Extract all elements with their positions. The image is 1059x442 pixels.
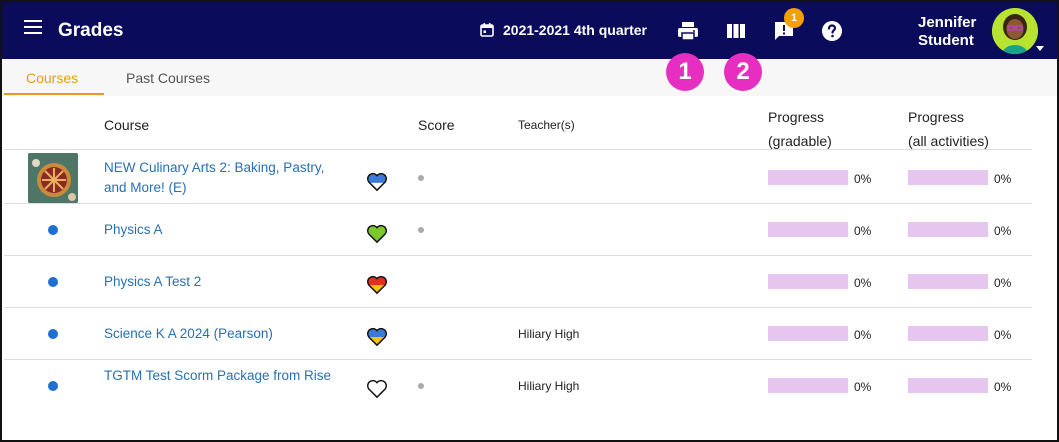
notification-badge: 1: [784, 8, 804, 28]
heart-icon[interactable]: [366, 224, 388, 244]
grades-window: Grades 2021-2021 4th quarter 1 Jennifer …: [0, 0, 1059, 442]
score-placeholder-dot: [418, 383, 424, 389]
course-link[interactable]: Physics A: [104, 220, 334, 240]
user-first-name: Jennifer: [918, 14, 977, 31]
calendar-icon: [480, 23, 494, 37]
course-status-dot: [48, 277, 58, 287]
row-divider: [4, 203, 1032, 204]
page-title: Grades: [58, 20, 124, 41]
heart-icon[interactable]: [366, 327, 388, 347]
course-link[interactable]: TGTM Test Scorm Package from Rise: [104, 366, 334, 386]
avatar[interactable]: [992, 8, 1038, 54]
header-divider: [4, 149, 1032, 150]
course-status-dot: [48, 225, 58, 235]
course-link[interactable]: NEW Culinary Arts 2: Baking, Pastry, and…: [104, 158, 334, 198]
column-header-teachers[interactable]: Teacher(s): [518, 118, 575, 132]
progress-all-value: 0%: [994, 328, 1012, 342]
progress-bar-gradable: [768, 222, 848, 237]
callout-marker-2: 2: [724, 53, 762, 91]
course-status-dot: [48, 381, 58, 391]
term-selector[interactable]: 2021-2021 4th quarter: [480, 22, 647, 38]
printer-icon[interactable]: [676, 19, 700, 43]
teacher-name: Hiliary High: [518, 379, 580, 393]
row-divider: [4, 255, 1032, 256]
progress-bar-gradable: [768, 326, 848, 341]
progress-gradable-value: 0%: [854, 172, 872, 186]
callout-marker-1: 1: [666, 53, 704, 91]
heart-icon[interactable]: [366, 172, 388, 192]
progress-all-value: 0%: [994, 172, 1012, 186]
help-circle-icon[interactable]: [820, 19, 844, 43]
progress-gradable-line1: Progress: [768, 109, 825, 125]
term-label: 2021-2021 4th quarter: [503, 22, 647, 38]
column-header-progress-gradable[interactable]: Progress (gradable): [768, 105, 832, 153]
course-link[interactable]: Science K A 2024 (Pearson): [104, 324, 334, 344]
active-tab-indicator: [4, 93, 104, 95]
score-placeholder-dot: [418, 227, 424, 233]
heart-icon[interactable]: [366, 379, 388, 399]
progress-gradable-value: 0%: [854, 224, 872, 238]
column-header-course[interactable]: Course: [104, 117, 149, 133]
progress-bar-all: [908, 222, 988, 237]
column-header-score[interactable]: Score: [418, 117, 455, 133]
user-name[interactable]: Jennifer Student: [918, 14, 976, 50]
columns-icon[interactable]: [724, 19, 748, 43]
hamburger-icon[interactable]: [24, 20, 42, 36]
progress-bar-all: [908, 274, 988, 289]
progress-bar-all: [908, 326, 988, 341]
top-app-bar: Grades 2021-2021 4th quarter 1 Jennifer …: [2, 2, 1057, 59]
heart-icon[interactable]: [366, 275, 388, 295]
score-placeholder-dot: [418, 175, 424, 181]
progress-gradable-value: 0%: [854, 276, 872, 290]
progress-all-value: 0%: [994, 276, 1012, 290]
progress-bar-all: [908, 378, 988, 393]
course-link[interactable]: Physics A Test 2: [104, 272, 334, 292]
row-divider: [4, 359, 1032, 360]
progress-gradable-value: 0%: [854, 328, 872, 342]
course-status-dot: [48, 329, 58, 339]
progress-bar-gradable: [768, 378, 848, 393]
tab-past-courses[interactable]: Past Courses: [126, 70, 210, 86]
progress-all-value: 0%: [994, 224, 1012, 238]
tab-courses[interactable]: Courses: [26, 70, 78, 86]
teacher-name: Hiliary High: [518, 327, 580, 341]
progress-all-value: 0%: [994, 380, 1012, 394]
progress-gradable-value: 0%: [854, 380, 872, 394]
avatar-illustration: [992, 8, 1038, 54]
course-thumbnail[interactable]: [28, 153, 78, 203]
progress-bar-gradable: [768, 170, 848, 185]
row-divider: [4, 307, 1032, 308]
progress-bar-all: [908, 170, 988, 185]
progress-bar-gradable: [768, 274, 848, 289]
tab-bar: Courses Past Courses: [2, 59, 1057, 96]
user-last-name: Student: [918, 32, 974, 49]
chevron-down-icon[interactable]: [1036, 46, 1044, 51]
progress-all-line1: Progress: [908, 109, 965, 125]
column-header-progress-all[interactable]: Progress (all activities): [908, 105, 989, 153]
